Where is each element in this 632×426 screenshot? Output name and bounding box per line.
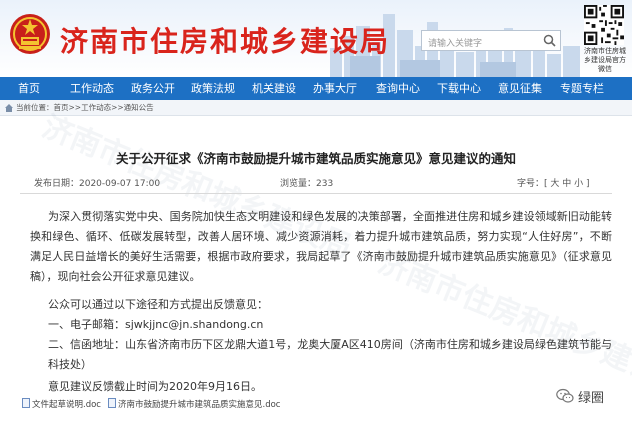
font-size-label: 字号： (517, 179, 545, 189)
paragraph-intro: 为深入贯彻落实党中央、国务院加快生态文明建设和绿色发展的决策部署，全面推进住房和… (30, 210, 612, 283)
search-icon[interactable] (543, 34, 556, 47)
nav-item-gov-affairs[interactable]: 政务公开 (131, 77, 175, 100)
paragraph-channels: 公众可以通过以下途径和方式提出反馈意见： (48, 298, 268, 311)
view-count-label: 浏览量： (280, 179, 317, 189)
national-emblem-icon (10, 14, 50, 54)
nav-item-opinion-solicitation[interactable]: 意见征集 (498, 77, 542, 100)
home-icon (5, 104, 13, 112)
qr-caption: 济南市住房城乡建设局官方微信 (584, 47, 626, 73)
wechat-account-name: 绿圈 (578, 391, 605, 406)
nav-item-work-news[interactable]: 工作动态 (70, 77, 114, 100)
nav-item-policies[interactable]: 政策法规 (191, 77, 235, 100)
nav-item-query-center[interactable]: 查询中心 (376, 77, 420, 100)
breadcrumb[interactable]: 当前位置：首页>>工作动态>>通知公告 (16, 102, 154, 113)
wechat-account-badge: 绿圈 (556, 385, 628, 407)
nav-item-organ-building[interactable]: 机关建设 (252, 77, 296, 100)
search-input[interactable] (422, 34, 542, 54)
nav-item-special-topics[interactable]: 专题专栏 (560, 77, 604, 100)
attachment-link[interactable]: 文件起草说明.doc (22, 398, 101, 410)
nav-item-home[interactable]: 首页 (18, 77, 40, 100)
site-header: 济南市住房和城乡建设局 济南市住房城乡建设局官方微信 (0, 0, 632, 77)
divider (20, 193, 612, 194)
wechat-icon (556, 388, 574, 403)
site-title: 济南市住房和城乡建设局 (60, 25, 391, 58)
search-box[interactable] (421, 30, 561, 54)
paragraph-email: 一、电子邮箱：sjwkjjnc@jn.shandong.cn (48, 318, 264, 331)
view-count: 浏览量：233 (280, 176, 333, 189)
attachment-name: 文件起草说明.doc (32, 400, 101, 410)
nav-item-service-hall[interactable]: 办事大厅 (313, 77, 357, 100)
view-count-value: 233 (316, 179, 334, 189)
paragraph-deadline: 意见建议反馈截止时间为2020年9月16日。 (48, 380, 262, 393)
document-icon (108, 398, 116, 408)
article-title: 关于公开征求《济南市鼓励提升城市建筑品质实施意见》意见建议的通知 (115, 151, 516, 166)
breadcrumb-bar: 当前位置：首页>>工作动态>>通知公告 (0, 100, 632, 116)
paragraph-address: 二、信函地址：山东省济南市历下区龙鼎大道1号，龙奥大厦A区410房间（济南市住房… (48, 338, 612, 371)
nav-item-download-center[interactable]: 下载中心 (437, 77, 481, 100)
font-size-control: 字号：[ 大 中 小 ] (517, 176, 589, 189)
font-size-options[interactable]: [ 大 中 小 ] (544, 179, 589, 189)
document-icon (22, 398, 30, 408)
qr-code-image (584, 5, 624, 45)
main-nav: 首页 工作动态 政务公开 政策法规 机关建设 办事大厅 查询中心 下载中心 意见… (0, 77, 632, 100)
publish-time: 发布日期：2020-09-07 17:00 (34, 179, 161, 189)
attachment-link[interactable]: 济南市鼓励提升城市建筑品质实施意见.doc (108, 398, 280, 410)
attachment-name: 济南市鼓励提升城市建筑品质实施意见.doc (118, 400, 281, 410)
